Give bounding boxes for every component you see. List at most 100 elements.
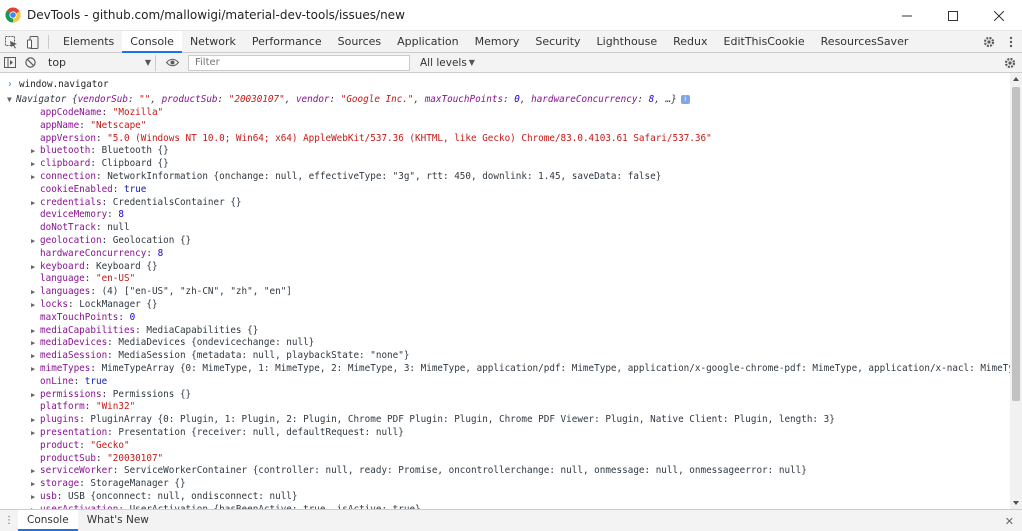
tab-console[interactable]: Console	[122, 31, 182, 53]
property-value: 0	[129, 311, 136, 323]
separator: :	[101, 235, 113, 246]
minimize-button[interactable]	[884, 0, 930, 31]
separator: :	[146, 247, 158, 259]
property-row[interactable]: ▶ locks: LockManager {}	[31, 298, 158, 311]
scrollbar-thumb[interactable]	[1012, 87, 1020, 401]
tab-editthiscookie[interactable]: EditThisCookie	[716, 31, 813, 53]
property-value: MediaCapabilities {}	[146, 324, 259, 336]
tab-resourcessaver[interactable]: ResourcesSaver	[813, 31, 917, 53]
property-row[interactable]: ▶ permissions: Permissions {}	[31, 388, 191, 401]
property-key: appName	[40, 119, 80, 131]
settings-button[interactable]	[978, 31, 1000, 53]
property-row: cookieEnabled: true	[31, 183, 146, 196]
property-key: clipboard	[40, 158, 91, 170]
dropdown-triangle-icon: ▼	[468, 58, 475, 67]
window-titlebar: DevTools - github.com/mallowigi/material…	[0, 0, 1022, 31]
property-row[interactable]: ▶ usb: USB {onconnect: null, ondisconnect…	[31, 490, 298, 503]
property-key: connection	[40, 171, 96, 182]
context-selector[interactable]: top ▼	[44, 54, 156, 71]
property-key: hardwareConcurrency	[40, 247, 147, 259]
info-icon[interactable]: i	[680, 95, 690, 104]
tab-redux[interactable]: Redux	[665, 31, 715, 53]
property-row[interactable]: ▶ mediaSession: MediaSession {metadata: n…	[31, 349, 409, 362]
separator: :	[79, 439, 91, 451]
gear-icon	[983, 36, 995, 48]
separator: :	[95, 132, 108, 144]
clear-console-button[interactable]	[20, 53, 40, 73]
property-row[interactable]: ▶ geolocation: Geolocation {}	[31, 234, 191, 247]
log-levels-dropdown[interactable]: All levels ▼	[420, 57, 475, 69]
kebab-menu-icon	[1009, 36, 1013, 48]
property-key: presentation	[40, 427, 108, 438]
navigator-summary-row[interactable]: ▼ Navigator {vendorSub: "", productSub: "…	[7, 93, 690, 106]
tab-elements[interactable]: Elements	[55, 31, 122, 53]
window-controls	[884, 0, 1022, 31]
tab-application[interactable]: Application	[389, 31, 466, 53]
expanded-triangle-icon[interactable]: ▼	[7, 93, 16, 106]
property-row[interactable]: ▶ mimeTypes: MimeTypeArray {0: MimeType, …	[31, 362, 1010, 375]
property-value: Geolocation {}	[112, 235, 192, 246]
property-value: MediaSession {metadata: null, playbackSt…	[118, 350, 410, 362]
property-row[interactable]: ▶ plugins: PluginArray {0: Plugin, 1: Plu…	[31, 413, 835, 426]
property-row[interactable]: ▶ mediaCapabilities: MediaCapabilities {}	[31, 324, 258, 337]
property-key: doNotTrack	[40, 222, 96, 234]
drawer-tab-console[interactable]: Console	[18, 510, 78, 531]
property-key: locks	[40, 299, 68, 310]
property-row[interactable]: ▶ serviceWorker: ServiceWorkerContainer {…	[31, 464, 807, 477]
property-key: maxTouchPoints	[40, 311, 119, 323]
summary-key: vendorSub	[77, 94, 128, 105]
property-key: serviceWorker	[40, 465, 113, 477]
separator: :	[68, 299, 80, 310]
separator: :	[112, 465, 124, 477]
property-key: permissions	[40, 388, 102, 400]
property-row[interactable]: ▶ keyboard: Keyboard {}	[31, 260, 158, 273]
property-row[interactable]: ▶ connection: NetworkInformation {onchang…	[31, 170, 661, 183]
chrome-logo-icon	[5, 7, 21, 23]
separator: :	[90, 286, 102, 298]
property-row[interactable]: ▶ credentials: CredentialsContainer {}	[31, 196, 242, 209]
tab-lighthouse[interactable]: Lighthouse	[589, 31, 666, 53]
tab-network[interactable]: Network	[182, 31, 244, 53]
property-key: appVersion	[40, 132, 96, 144]
show-sidebar-button[interactable]	[0, 53, 20, 73]
tab-security[interactable]: Security	[527, 31, 588, 53]
property-value: MimeTypeArray {0: MimeType, 1: MimeType,…	[101, 363, 1010, 374]
separator: :	[79, 414, 91, 426]
kebab-menu-icon: ⋮	[4, 515, 14, 526]
inspect-icon	[4, 35, 17, 48]
device-toolbar-button[interactable]	[22, 31, 44, 53]
property-row[interactable]: ▶ presentation: Presentation {receiver: n…	[31, 426, 404, 439]
property-row: deviceMemory: 8	[31, 208, 124, 221]
property-row[interactable]: ▶ mediaDevices: MediaDevices {ondevicecha…	[31, 336, 314, 349]
console-settings-button[interactable]	[1000, 53, 1020, 73]
property-row[interactable]: ▶ languages: (4) ["en-US", "zh-CN", "zh",…	[31, 285, 292, 298]
dropdown-triangle-icon: ▼	[144, 58, 151, 67]
tab-sources[interactable]: Sources	[330, 31, 390, 53]
drawer-menu-button[interactable]: ⋮	[0, 510, 18, 531]
more-options-button[interactable]	[1000, 31, 1022, 53]
property-key: appCodeName	[40, 107, 102, 118]
property-key: credentials	[40, 196, 102, 208]
property-row[interactable]: ▶ storage: StorageManager {}	[31, 477, 186, 490]
separator: :	[112, 183, 124, 195]
separator: :	[95, 452, 108, 464]
scroll-down-arrow-icon[interactable]	[1012, 499, 1020, 507]
separator: :	[73, 375, 85, 387]
filter-input[interactable]	[188, 54, 410, 71]
close-drawer-button[interactable]: ✕	[1005, 515, 1014, 528]
maximize-button[interactable]	[930, 0, 976, 31]
eye-icon	[165, 58, 179, 67]
property-key: mediaCapabilities	[40, 324, 136, 336]
inspect-element-button[interactable]	[0, 31, 22, 53]
close-icon: ✕	[1004, 515, 1014, 528]
property-row[interactable]: ▶ clipboard: Clipboard {}	[31, 157, 169, 170]
scroll-up-arrow-icon[interactable]	[1012, 75, 1020, 83]
live-expression-button[interactable]	[162, 53, 182, 73]
drawer-tab-whats-new[interactable]: What's New	[78, 510, 158, 531]
tab-performance[interactable]: Performance	[244, 31, 330, 53]
close-window-button[interactable]	[976, 0, 1022, 31]
property-key: mediaDevices	[40, 337, 108, 349]
console-scrollbar[interactable]	[1010, 73, 1022, 509]
property-row[interactable]: ▶ bluetooth: Bluetooth {}	[31, 144, 169, 157]
tab-memory[interactable]: Memory	[467, 31, 528, 53]
